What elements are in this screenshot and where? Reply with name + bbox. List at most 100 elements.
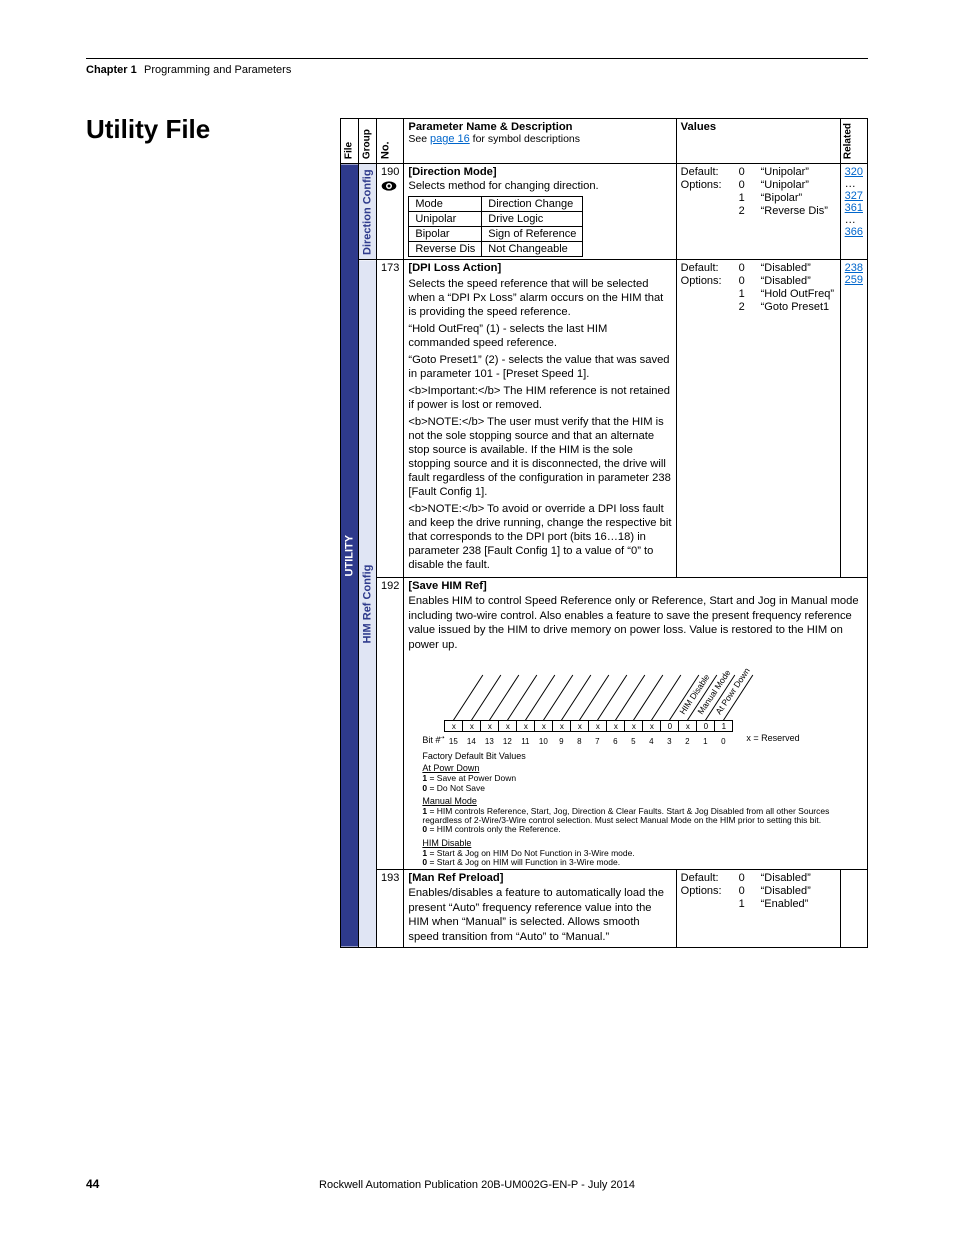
row-190-values: Default: 0 “Unipolar” Options: 0 “Unipol… <box>676 164 840 260</box>
col-param-sub-b: for symbol descriptions <box>470 133 580 145</box>
bit-number-label: 10 <box>534 738 552 747</box>
file-utility: UTILITY <box>341 164 359 947</box>
col-param: Parameter Name & Description See page 16… <box>404 119 676 164</box>
group-him-ref-config: HIM Ref Config <box>359 260 377 947</box>
bit-number-label: 4 <box>642 738 660 747</box>
col-no: No. <box>377 119 404 164</box>
bit-section-line: 1 = Save at Power Down <box>422 774 863 783</box>
row-190-no: 190 <box>377 164 404 260</box>
bit-section-line: 0 = HIM controls only the Reference. <box>422 825 863 834</box>
p190-def-lbl: Default: <box>681 166 729 178</box>
p190-opt2-t: “Reverse Dis” <box>761 205 836 217</box>
link-238[interactable]: 238 <box>845 262 863 274</box>
bit-value-cell: x <box>624 720 642 732</box>
diag-line <box>651 675 681 721</box>
p193-opt1-n: 1 <box>739 898 751 910</box>
bit-value-cell: x <box>480 720 498 732</box>
p193-def-t: “Disabled” <box>761 872 836 884</box>
p190-r1c1: Sign of Reference <box>482 227 583 242</box>
p190-intro: Selects method for changing direction. <box>408 180 671 192</box>
p190-def-n: 0 <box>739 166 751 178</box>
col-file: File <box>341 119 359 164</box>
bit-section-line: 0 = Do Not Save <box>422 784 863 793</box>
row-173-no: 173 <box>377 260 404 578</box>
bit-value-cell: x <box>570 720 588 732</box>
p173-opt1-t: “Hold OutFreq” <box>761 288 836 300</box>
row-193-no: 193 <box>377 870 404 947</box>
bit-value-cell: x <box>552 720 570 732</box>
col-related: Related <box>840 119 867 164</box>
p173-def-t: “Disabled” <box>761 262 836 274</box>
p190-opt2-n: 2 <box>739 205 751 217</box>
p193-opt1-t: “Enabled” <box>761 898 836 910</box>
ellipsis-1: … <box>845 178 856 190</box>
p190-opt1-t: “Bipolar” <box>761 192 836 204</box>
p190-mode-table: ModeDirection Change UnipolarDrive Logic… <box>408 196 583 257</box>
bit-value-cell: x <box>462 720 480 732</box>
p190-opt0-n: 0 <box>739 179 751 191</box>
diag-line <box>561 675 591 721</box>
section-title: Utility File <box>86 114 210 145</box>
bit-value-cell: x <box>678 720 696 732</box>
reserved-label: x = Reserved <box>746 734 799 744</box>
p173-desc-line: <b>NOTE:</b> The user must verify that t… <box>408 415 671 499</box>
row-173-related: 238 259 <box>840 260 867 578</box>
page-16-link[interactable]: page 16 <box>430 133 470 145</box>
row-173-param: [DPI Loss Action] Selects the speed refe… <box>404 260 676 578</box>
row-193-related <box>840 870 867 947</box>
link-320[interactable]: 320 <box>845 166 863 178</box>
diag-line <box>507 675 537 721</box>
link-361[interactable]: 361 <box>845 202 863 214</box>
p193-opt0-n: 0 <box>739 885 751 897</box>
p190-opt0-lbl: Options: <box>681 179 729 191</box>
p193-def-n: 0 <box>739 872 751 884</box>
bit-number-label: 1 <box>696 738 714 747</box>
p173-opt2-lbl <box>681 301 729 313</box>
link-327[interactable]: 327 <box>845 190 863 202</box>
p173-desc-line: <b>Important:</b> The HIM reference is n… <box>408 384 671 412</box>
link-366[interactable]: 366 <box>845 226 863 238</box>
p190-r0c0: Unipolar <box>409 212 482 227</box>
bit-number-label: 0 <box>714 738 732 747</box>
bit-value-cell: x <box>642 720 660 732</box>
diag-line <box>471 675 501 721</box>
p173-opt0-t: “Disabled” <box>761 275 836 287</box>
row-190-param: [Direction Mode] Selects method for chan… <box>404 164 676 260</box>
header-rule <box>86 58 868 59</box>
chapter-title: Programming and Parameters <box>144 64 291 76</box>
bit-diagram: HIM Disable Manual Mode At Powr Down xxx… <box>408 662 863 867</box>
bit-value-cell: 1 <box>714 720 732 732</box>
eye-icon <box>381 180 397 192</box>
p190-r2c0: Reverse Dis <box>409 242 482 257</box>
p173-opt2-t: “Goto Preset1 <box>761 301 836 313</box>
p190-def-t: “Unipolar” <box>761 166 836 178</box>
bit-number-label: 9 <box>552 738 570 747</box>
publication-info: Rockwell Automation Publication 20B-UM00… <box>0 1179 954 1191</box>
p190-opt1-lbl <box>681 192 729 204</box>
bit-value-cell: x <box>498 720 516 732</box>
p173-desc-line: Selects the speed reference that will be… <box>408 277 671 319</box>
bit-number-label: 15 <box>444 738 462 747</box>
diag-line <box>579 675 609 721</box>
col-param-sub-a: See <box>408 133 430 145</box>
p192-name: [Save HIM Ref] <box>408 580 863 592</box>
diag-line <box>489 675 519 721</box>
bit-number-label: 5 <box>624 738 642 747</box>
chapter-label: Chapter 1 <box>86 64 137 76</box>
p193-def-lbl: Default: <box>681 872 729 884</box>
p193-name: [Man Ref Preload] <box>408 872 671 884</box>
bit-number-label: 14 <box>462 738 480 747</box>
p190-opt0-t: “Unipolar” <box>761 179 836 191</box>
row-190-related: 320 … 327 361 … 366 <box>840 164 867 260</box>
bit-section-line: 1 = HIM controls Reference, Start, Jog, … <box>422 807 863 826</box>
row-192-no: 192 <box>377 578 404 870</box>
bit-number-label: 8 <box>570 738 588 747</box>
bit-number-label: 7 <box>588 738 606 747</box>
col-group: Group <box>359 119 377 164</box>
p173-desc-line: <b>NOTE:</b> To avoid or override a DPI … <box>408 502 671 572</box>
p190-opt2-lbl <box>681 205 729 217</box>
bit-value-cell: x <box>444 720 462 732</box>
link-259[interactable]: 259 <box>845 274 863 286</box>
bit-section-line: 0 = Start & Jog on HIM will Function in … <box>422 858 863 867</box>
p173-def-lbl: Default: <box>681 262 729 274</box>
